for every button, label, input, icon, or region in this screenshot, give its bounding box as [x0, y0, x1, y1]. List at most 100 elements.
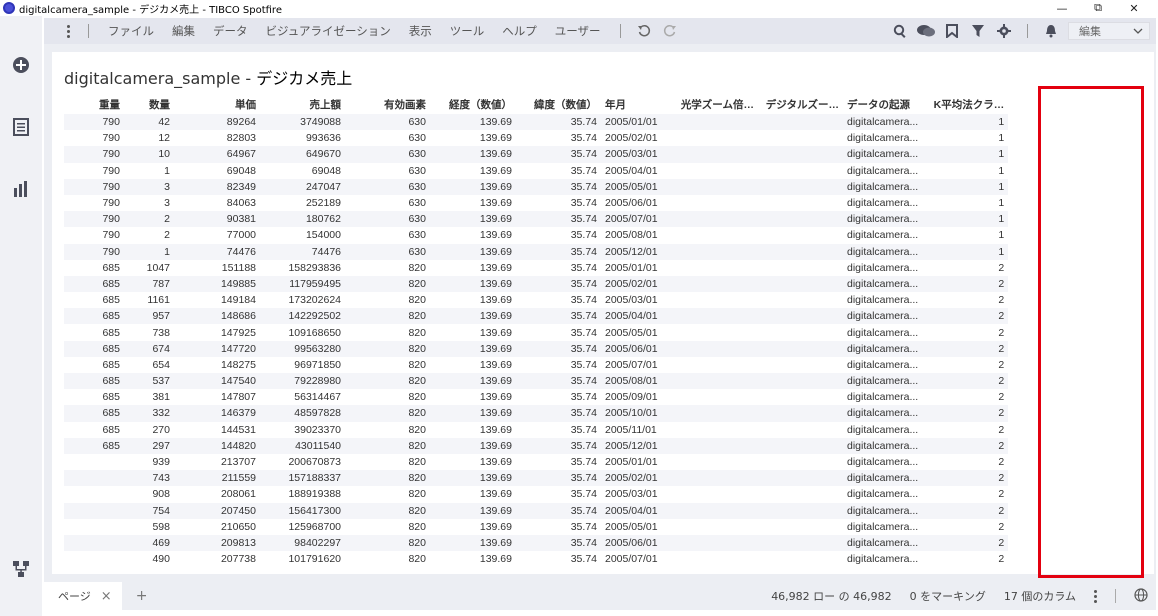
table-row[interactable]: 685 654 148275 96971850 820 139.69 35.74 2005/0… [64, 357, 1008, 373]
table-cell: 147925 [220, 326, 256, 339]
table-row[interactable]: 685 1047 151188 158293836 820 139.69 35.74 2005… [64, 260, 1008, 276]
table-cell [673, 146, 758, 163]
table-cell: 2005/01/01 [601, 114, 673, 131]
gear-icon[interactable] [991, 18, 1017, 44]
table-row[interactable]: 469 209813 98402297 820 139.69 35.74 2005/06/0… [64, 534, 1009, 552]
undo-icon[interactable] [631, 18, 657, 44]
column-header[interactable]: 年月 [601, 94, 673, 114]
table-row[interactable]: 685 270 144531 39023370 820 139.69 35.74 2005/1… [64, 422, 1008, 438]
column-header[interactable]: 売上額 [260, 94, 345, 114]
table-row[interactable]: 790 12 82803 993636 630 139.69 35.74 2005/02/01… [64, 130, 1008, 146]
menu-visualization[interactable]: ビジュアライゼーション [257, 23, 400, 39]
table-row[interactable]: 685 537 147540 79228980 820 139.69 35.74 2005/0… [64, 373, 1009, 390]
table-cell: 2005/12/01 [601, 243, 673, 260]
table-cell [758, 292, 843, 308]
table-row[interactable]: 685 738 147925 109168650 820 139.69 35.74 2005/… [64, 324, 1008, 340]
column-header[interactable]: 有効画素 [345, 94, 430, 114]
table-cell: 490 [152, 553, 170, 566]
globe-icon[interactable] [1134, 587, 1148, 605]
table-cell: 139.69 [479, 229, 512, 242]
data-table[interactable]: 重量 数量 単価 売上額 有効画素 経度（数値） 緯度（数値） 年月 光学ズーム倍… デジタルズー… [64, 94, 1009, 567]
table-row[interactable]: 685 674 147720 99563280 820 139.69 35.74 2005/0… [64, 340, 1009, 357]
search-icon[interactable] [887, 18, 913, 44]
data-panel-button[interactable] [10, 116, 32, 138]
table-row[interactable]: 685 1161 149184 173202624 820 139.69 35.74 2005… [64, 292, 1008, 308]
edit-mode-dropdown[interactable]: 編集 [1068, 22, 1150, 40]
visualization-types-button[interactable] [10, 178, 32, 200]
menu-view[interactable]: 表示 [400, 23, 441, 39]
table-row[interactable]: 598 210650 125968700 820 139.69 35.74 2005/05/… [64, 519, 1008, 535]
visualization-title: digitalcamera_sample - デジカメ売上 [64, 65, 352, 89]
column-header[interactable]: 数量 [124, 94, 174, 114]
table-row[interactable]: 790 2 77000 154000 630 139.69 35.74 2005/08/01 d… [64, 227, 1008, 243]
table-row[interactable]: 790 3 82349 247047 630 139.69 35.74 2005/05/01 d… [64, 178, 1009, 195]
table-row[interactable]: 790 1 69048 69048 630 139.69 35.74 2005/04/01 di… [64, 163, 1008, 179]
more-menu-icon[interactable] [58, 24, 78, 38]
table-cell: digitalcamera... [847, 294, 919, 307]
table-cell: 1 [998, 164, 1005, 177]
page-tab[interactable]: ページ × [44, 582, 122, 610]
menu-file[interactable]: ファイル [99, 23, 163, 39]
table-cell: 173202624 [288, 294, 341, 307]
table-cell: 207450 [174, 502, 260, 519]
table-cell: digitalcamera... [847, 164, 919, 177]
close-tab-icon[interactable]: × [101, 589, 112, 604]
table-cell: 2005/07/01 [605, 553, 658, 566]
menu-user[interactable]: ユーザー [546, 23, 610, 39]
add-data-button[interactable] [10, 54, 32, 76]
minimize-button[interactable]: — [1044, 0, 1080, 16]
menu-help[interactable]: ヘルプ [493, 23, 546, 39]
table-cell: 82349 [174, 178, 260, 195]
table-row[interactable]: 685 957 148686 142292502 820 139.69 35.74 2005/… [64, 308, 1009, 325]
table-row[interactable]: 790 2 90381 180762 630 139.69 35.74 2005/07/01 d… [64, 211, 1009, 228]
table-cell: 2 [922, 340, 1009, 357]
column-header[interactable]: 経度（数値） [430, 94, 516, 114]
menu-data[interactable]: データ [204, 23, 257, 39]
column-header[interactable]: 重量 [64, 94, 124, 114]
table-cell: 2 [922, 373, 1009, 390]
table-cell: 630 [345, 114, 430, 131]
table-row[interactable]: 743 211559 157188337 820 139.69 35.74 2005/02/… [64, 470, 1009, 487]
filter-icon[interactable] [965, 18, 991, 44]
table-row[interactable]: 490 207738 101791620 820 139.69 35.74 2005/07/… [64, 551, 1008, 567]
column-header[interactable]: 光学ズーム倍… [673, 94, 758, 114]
table-row[interactable]: 685 787 149885 117959495 820 139.69 35.74 2005/… [64, 275, 1009, 293]
column-header[interactable]: データの起源 [843, 94, 922, 114]
table-row[interactable]: 754 207450 156417300 820 139.69 35.74 2005/04/… [64, 502, 1009, 519]
table-cell: 2 [922, 470, 1009, 487]
table-cell: 2005/05/01 [601, 178, 673, 195]
column-header[interactable]: 緯度（数値） [516, 94, 601, 114]
table-cell: 2005/05/01 [605, 520, 658, 533]
data-canvas-button[interactable] [10, 558, 32, 580]
table-cell: digitalcamera... [847, 197, 919, 210]
table-row[interactable]: 790 3 84063 252189 630 139.69 35.74 2005/06/01 d… [64, 195, 1008, 211]
table-cell: 1 [922, 211, 1009, 228]
table-row[interactable]: 790 1 74476 74476 630 139.69 35.74 2005/12/01 di… [64, 243, 1009, 260]
table-cell: 209813 [174, 534, 260, 552]
restore-button[interactable]: ⧉ [1080, 0, 1116, 16]
table-row[interactable]: 685 297 144820 43011540 820 139.69 35.74 2005/1… [64, 437, 1009, 454]
window-titlebar: digitalcamera_sample - デジカメ売上 - TIBCO Sp… [0, 0, 1158, 16]
close-button[interactable]: ✕ [1116, 0, 1152, 16]
table-row[interactable]: 908 208061 188919388 820 139.69 35.74 2005/03/… [64, 486, 1008, 502]
table-cell: 252189 [305, 197, 341, 210]
table-row[interactable]: 685 332 146379 48597828 820 139.69 35.74 2005/1… [64, 405, 1009, 422]
table-row[interactable]: 790 42 89264 3749088 630 139.69 35.74 2005/01/0… [64, 114, 1009, 131]
menu-edit[interactable]: 編集 [163, 23, 204, 39]
collaboration-icon[interactable] [913, 18, 939, 44]
table-row[interactable]: 685 381 147807 56314467 820 139.69 35.74 2005/0… [64, 389, 1008, 405]
menu-tools[interactable]: ツール [441, 23, 494, 39]
column-header[interactable]: 単価 [174, 94, 260, 114]
status-more-icon[interactable] [1094, 589, 1097, 603]
table-row[interactable]: 790 10 64967 649670 630 139.69 35.74 2005/03/01… [64, 146, 1009, 163]
redo-icon[interactable] [657, 18, 683, 44]
table-cell: 790 [64, 114, 124, 131]
column-header[interactable]: K平均法クラ… [922, 94, 1008, 114]
table-row[interactable]: 939 213707 200670873 820 139.69 35.74 2005/01/… [64, 454, 1008, 470]
table-cell: 35.74 [516, 243, 601, 260]
table-cell: 148686 [174, 308, 260, 325]
add-page-button[interactable]: + [136, 588, 148, 604]
bookmark-icon[interactable] [939, 18, 965, 44]
notification-bell-icon[interactable] [1038, 18, 1064, 44]
column-header[interactable]: デジタルズー… [758, 94, 843, 114]
